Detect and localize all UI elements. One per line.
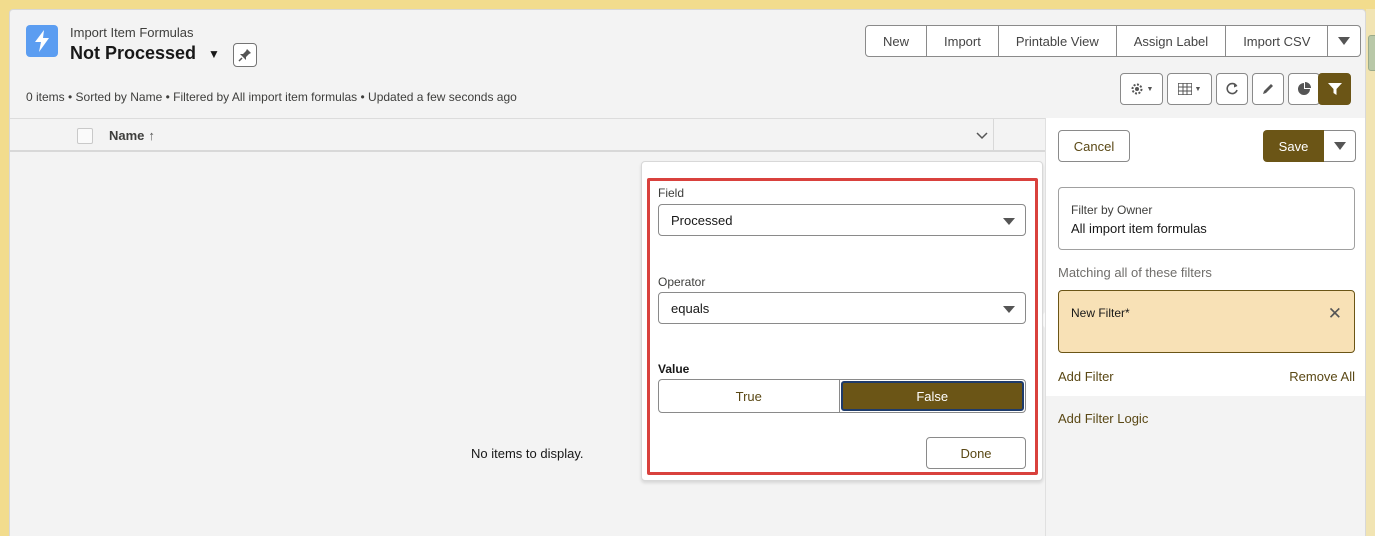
filter-logic-section: Add Filter Logic [1046,396,1365,536]
close-icon[interactable]: ✕ [1328,305,1342,322]
empty-state-message: No items to display. [471,446,584,461]
column-actions-button[interactable] [970,125,994,147]
filter-by-owner[interactable]: Filter by Owner All import item formulas [1058,187,1355,250]
action-button-group: New Import Printable View Assign Label I… [865,25,1362,57]
sort-arrow-icon: ↑ [148,128,155,143]
filter-button[interactable] [1318,73,1351,105]
value-label: Value [658,362,690,376]
caret-down-icon[interactable]: ▼ [208,47,220,61]
scroll-handle[interactable] [1368,35,1375,71]
owner-value: All import item formulas [1071,221,1207,236]
owner-label: Filter by Owner [1071,203,1153,217]
save-button-group: Save [1263,130,1356,162]
assign-label-button[interactable]: Assign Label [1117,26,1227,56]
table-icon [1177,83,1192,95]
new-button[interactable]: New [866,26,928,56]
operator-label: Operator [658,275,706,289]
remove-all-link[interactable]: Remove All [1289,369,1355,384]
column-header-name[interactable]: Name ↑ [109,128,155,143]
true-option[interactable]: True [659,380,840,412]
column-divider [993,119,994,151]
caret-down-icon: ▼ [1146,85,1154,93]
caret-down-icon: ▼ [1194,85,1202,93]
save-options-button[interactable] [1324,130,1356,162]
object-title: Import Item Formulas [70,25,194,40]
pin-icon [238,49,251,62]
display-as-button[interactable]: ▼ [1167,73,1212,105]
printable-view-button[interactable]: Printable View [999,26,1117,56]
pencil-icon [1263,84,1273,94]
caret-down-icon [1338,37,1351,45]
add-filter-logic-link[interactable]: Add Filter Logic [1058,411,1148,426]
save-button[interactable]: Save [1263,130,1324,162]
filter-editor-popover: Field Processed Operator equals Value Tr… [641,161,1043,481]
caret-down-icon [1003,306,1015,313]
edit-list-button[interactable] [1252,73,1284,105]
operator-select[interactable]: equals [658,292,1026,324]
false-option[interactable]: False [840,381,1024,411]
import-button[interactable]: Import [927,26,999,56]
matching-label: Matching all of these filters [1058,265,1212,280]
filter-icon [1327,83,1342,95]
field-label: Field [658,186,685,200]
add-filter-link[interactable]: Add Filter [1058,369,1114,384]
list-controls: ▼ [1120,73,1163,105]
list-view-selector[interactable]: Not Processed ▼ [70,43,220,64]
new-filter-label: New Filter* [1071,306,1130,320]
charts-button[interactable] [1288,73,1320,105]
table-header: Name ↑ [10,118,1045,152]
pin-button[interactable] [233,43,257,67]
lightning-icon [26,25,58,57]
new-filter-item[interactable]: New Filter* ✕ [1058,290,1355,353]
value-toggle: True False [658,379,1026,413]
caret-down-icon [1003,218,1015,225]
list-view-title: Not Processed [70,43,197,63]
settings-menu-button[interactable]: ▼ [1120,73,1163,105]
filter-panel: Cancel Save Filter by Owner All import i… [1045,118,1365,536]
chevron-down-icon [976,132,988,140]
list-view-card: Import Item Formulas Not Processed ▼ 0 i… [9,9,1366,536]
caret-down-icon [1333,142,1346,150]
window-edge [1366,9,1375,536]
gear-icon [1131,83,1143,95]
refresh-icon [1226,82,1238,95]
cancel-button[interactable]: Cancel [1058,130,1130,162]
more-actions-button[interactable] [1328,26,1360,56]
done-button[interactable]: Done [926,437,1026,469]
select-all-checkbox[interactable] [77,128,93,144]
pie-chart-icon [1298,82,1311,95]
refresh-button[interactable] [1216,73,1248,105]
field-select[interactable]: Processed [658,204,1026,236]
list-meta-info: 0 items • Sorted by Name • Filtered by A… [26,90,517,104]
import-csv-button[interactable]: Import CSV [1226,26,1329,56]
